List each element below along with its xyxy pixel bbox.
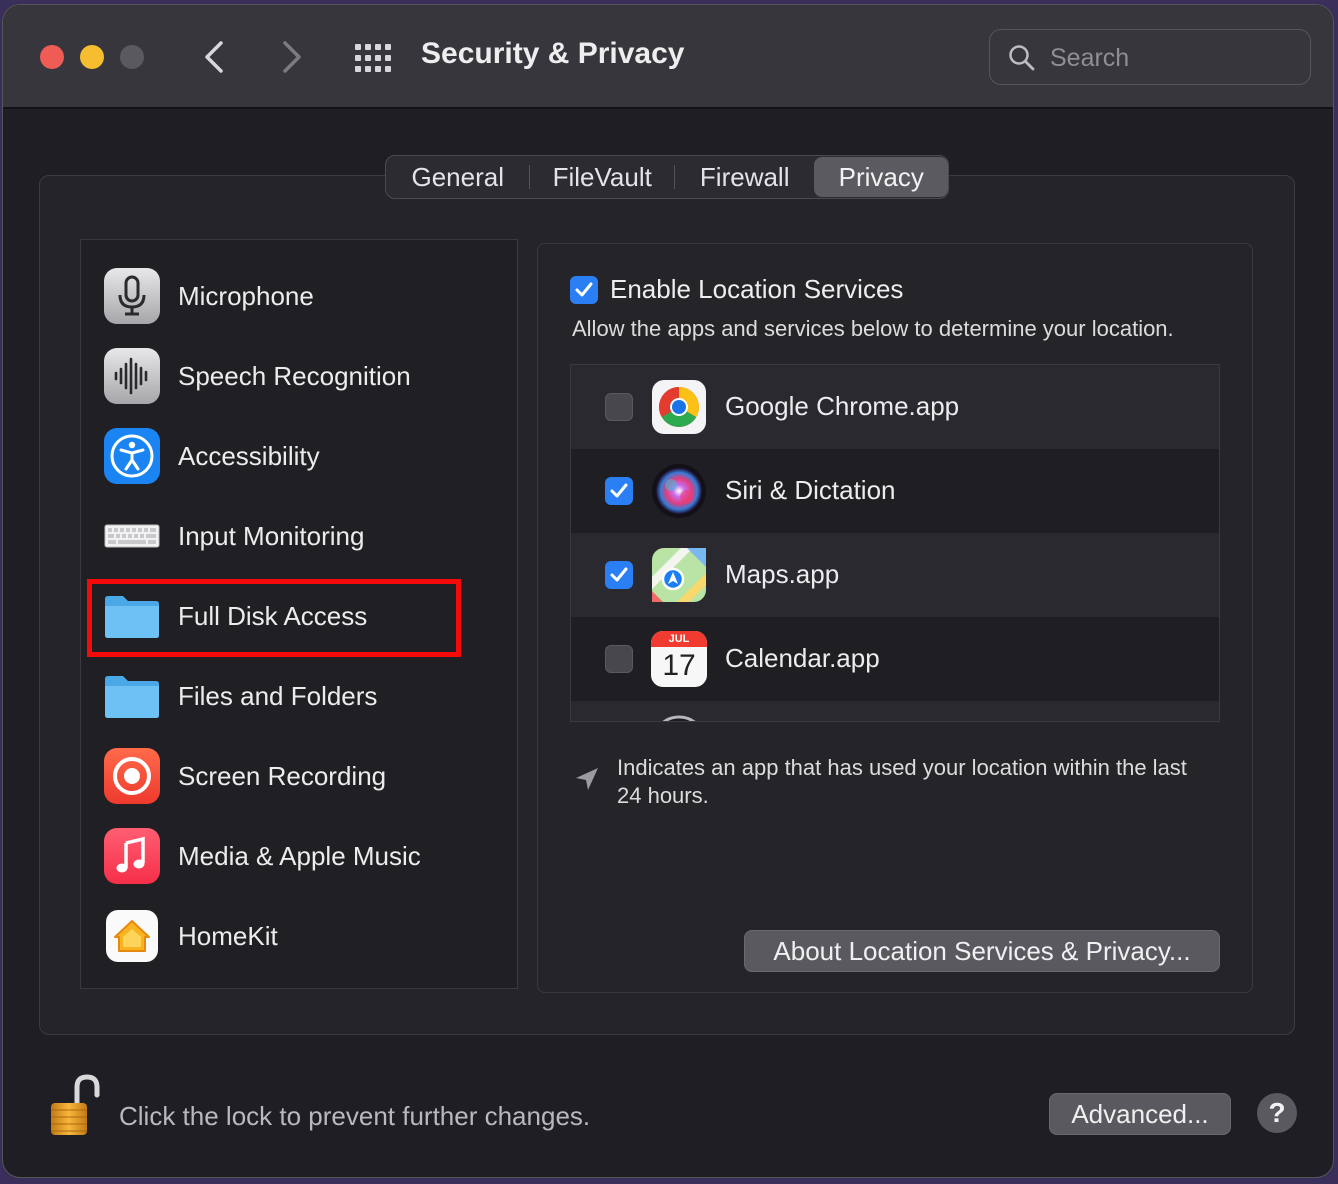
chrome-icon	[652, 380, 706, 434]
preferences-window: Security & Privacy General FileVault Fir…	[2, 4, 1334, 1178]
app-row-calendar[interactable]: JUL 17 Calendar.app	[571, 617, 1219, 701]
app-label: Calendar.app	[725, 643, 880, 673]
app-checkbox[interactable]	[605, 477, 633, 505]
sidebar-item-input-monitoring[interactable]: Input Monitoring	[81, 496, 517, 576]
app-row-google-chrome[interactable]: Google Chrome.app	[571, 365, 1219, 449]
tab-privacy[interactable]: Privacy	[814, 157, 948, 197]
home-icon	[106, 910, 158, 962]
advanced-button[interactable]: Advanced...	[1049, 1093, 1231, 1135]
sidebar-item-label: Input Monitoring	[178, 520, 365, 551]
app-row-partial[interactable]	[571, 701, 1219, 721]
location-arrow-icon	[576, 768, 598, 790]
calendar-icon: JUL 17	[651, 631, 707, 687]
sidebar-item-label: Screen Recording	[178, 760, 387, 791]
app-checkbox[interactable]	[605, 645, 633, 673]
app-row-maps[interactable]: Maps.app	[571, 533, 1219, 617]
calendar-month: JUL	[651, 631, 707, 647]
sidebar-item-label: Files and Folders	[178, 680, 378, 711]
music-note-icon	[104, 828, 160, 884]
checkmark-icon	[610, 567, 628, 582]
app-checkbox[interactable]	[605, 393, 633, 421]
sidebar-item-homekit[interactable]: HomeKit	[81, 896, 517, 976]
sidebar-item-label: Microphone	[178, 280, 314, 311]
location-app-list: Google Chrome.app Siri & Dictation Maps.…	[570, 364, 1220, 722]
siri-icon	[652, 464, 706, 518]
highlight-annotation	[87, 579, 461, 657]
microphone-icon	[104, 268, 160, 324]
checkmark-icon	[575, 282, 593, 297]
waveform-icon	[104, 348, 160, 404]
about-location-services-button[interactable]: About Location Services & Privacy...	[744, 930, 1220, 972]
accessibility-icon	[104, 428, 160, 484]
calendar-day: 17	[662, 649, 696, 682]
location-services-description: Allow the apps and services below to det…	[572, 316, 1174, 341]
help-button[interactable]: ?	[1257, 1093, 1297, 1133]
sidebar-item-label: Media & Apple Music	[178, 840, 421, 871]
tab-firewall[interactable]: Firewall	[675, 157, 815, 197]
tab-general[interactable]: General	[386, 157, 529, 197]
tab-bar: General FileVault Firewall Privacy	[385, 155, 949, 199]
app-icon	[662, 715, 696, 721]
sidebar-item-speech-recognition[interactable]: Speech Recognition	[81, 336, 517, 416]
keyboard-icon	[104, 524, 160, 548]
location-services-pane: Enable Location Services Allow the apps …	[537, 243, 1253, 993]
app-row-siri-dictation[interactable]: Siri & Dictation	[571, 449, 1219, 533]
sidebar-item-microphone[interactable]: Microphone	[81, 256, 517, 336]
sidebar-item-accessibility[interactable]: Accessibility	[81, 416, 517, 496]
app-label: Maps.app	[725, 559, 840, 589]
app-label: Google Chrome.app	[725, 391, 960, 421]
folder-icon	[105, 676, 159, 718]
unlocked-lock-icon[interactable]	[47, 1073, 103, 1139]
sidebar-item-media-apple-music[interactable]: Media & Apple Music	[81, 816, 517, 896]
enable-location-services-checkbox[interactable]	[570, 276, 598, 304]
app-checkbox[interactable]	[605, 561, 633, 589]
lock-status-text: Click the lock to prevent further change…	[119, 1101, 591, 1131]
checkmark-icon	[610, 483, 628, 498]
enable-location-services-label: Enable Location Services	[610, 274, 904, 304]
sidebar-item-screen-recording[interactable]: Screen Recording	[81, 736, 517, 816]
sidebar-item-label: Accessibility	[178, 440, 320, 471]
sidebar-item-files-and-folders[interactable]: Files and Folders	[81, 656, 517, 736]
maps-icon	[652, 548, 706, 602]
record-icon	[104, 748, 160, 804]
app-label: Siri & Dictation	[725, 475, 896, 505]
tab-filevault[interactable]: FileVault	[530, 157, 673, 197]
location-usage-note: Indicates an app that has used your loca…	[617, 755, 1187, 808]
sidebar-item-label: HomeKit	[178, 920, 278, 951]
sidebar-item-label: Speech Recognition	[178, 360, 411, 391]
